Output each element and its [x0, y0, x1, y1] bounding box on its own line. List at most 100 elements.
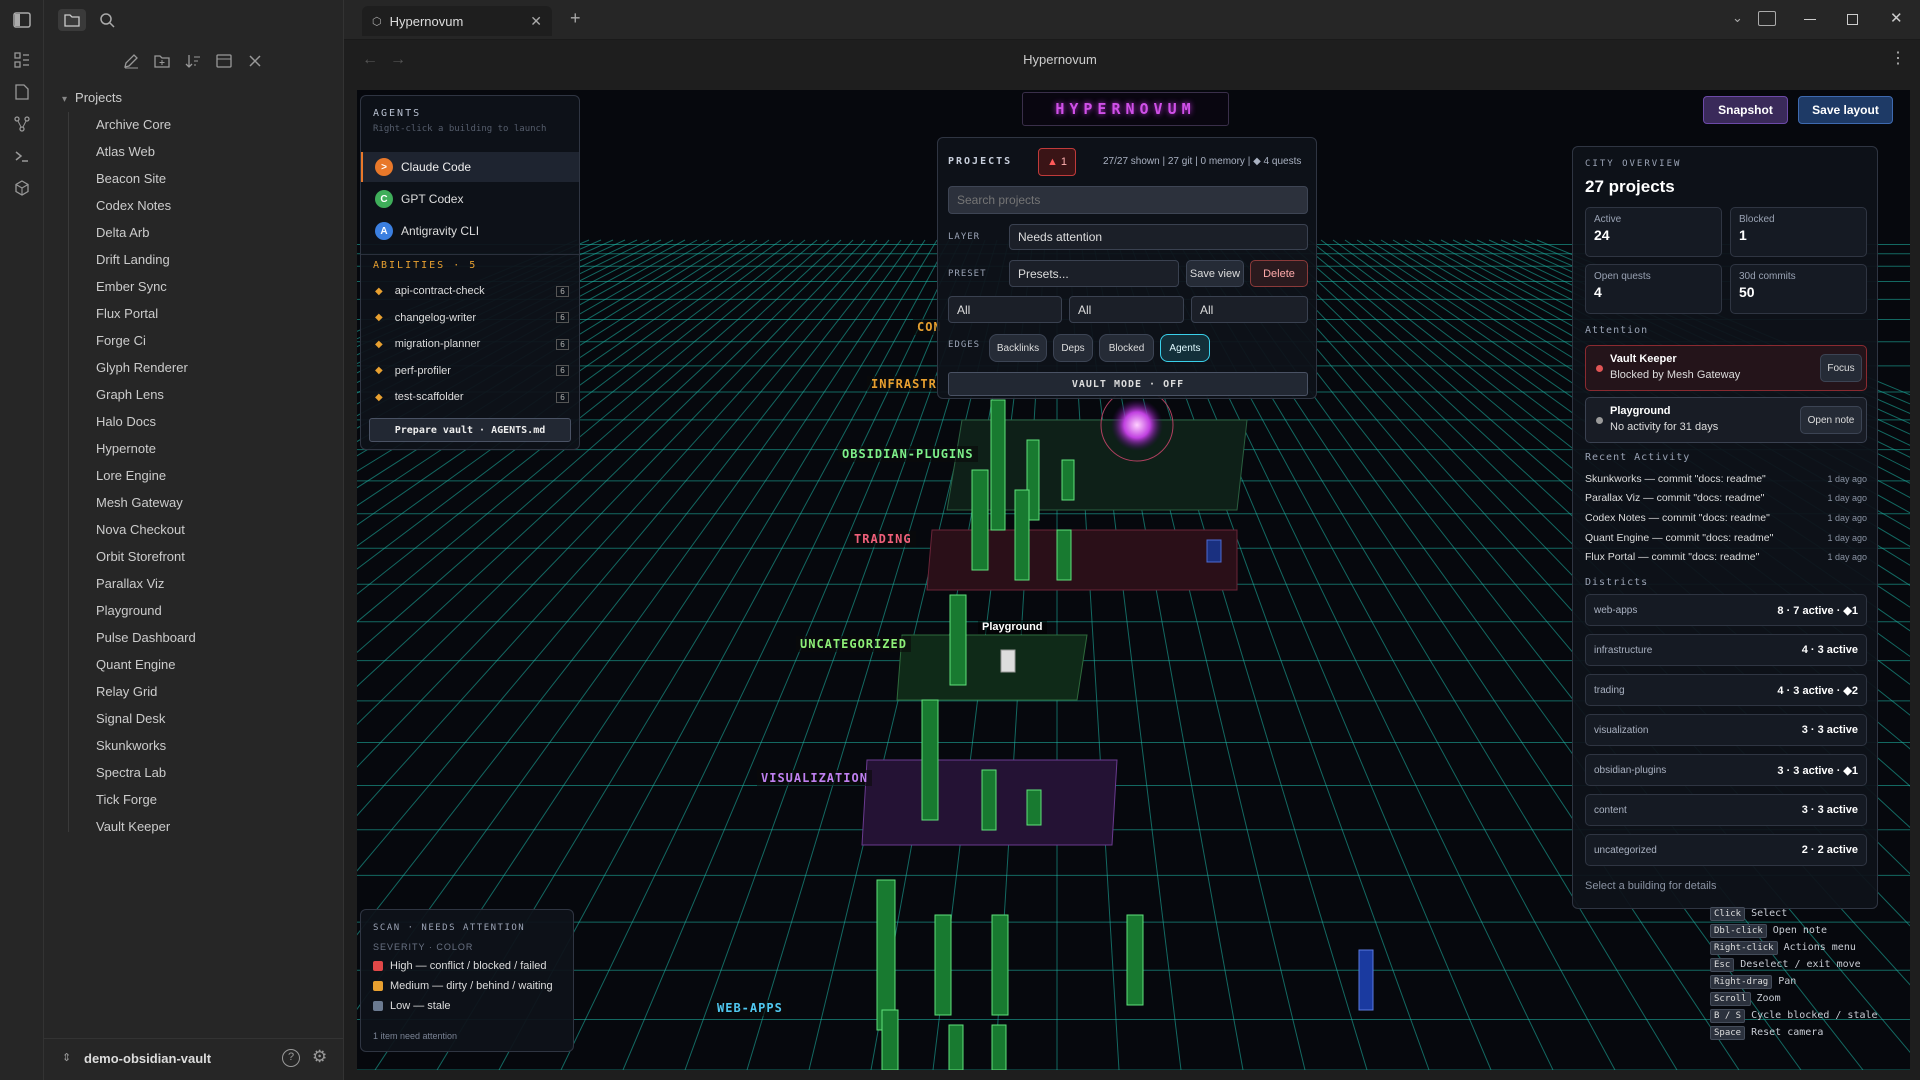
- agent-item-claude-code[interactable]: > Claude Code: [361, 152, 579, 182]
- close-all-icon[interactable]: [244, 50, 266, 72]
- collapse-icon[interactable]: [213, 50, 235, 72]
- edge-toggle-backlinks[interactable]: Backlinks: [989, 334, 1047, 362]
- save-layout-button[interactable]: Save layout: [1798, 96, 1893, 124]
- maximize-icon[interactable]: [1847, 14, 1858, 25]
- attention-item-vault-keeper[interactable]: Vault Keeper Blocked by Mesh Gateway Foc…: [1585, 345, 1867, 391]
- folder-icon[interactable]: [58, 9, 86, 31]
- tab-hypernovum[interactable]: ⬡ Hypernovum ✕: [362, 6, 552, 36]
- open-note-button[interactable]: Open note: [1800, 406, 1862, 434]
- filter-select-3[interactable]: All: [1191, 296, 1308, 323]
- focus-button[interactable]: Focus: [1820, 354, 1862, 382]
- list-item[interactable]: Vault Keeper: [96, 817, 196, 844]
- sort-icon[interactable]: [182, 50, 204, 72]
- list-item[interactable]: Drift Landing: [96, 250, 196, 277]
- new-note-icon[interactable]: [120, 50, 142, 72]
- terminal-icon[interactable]: [12, 146, 32, 166]
- prepare-vault-button[interactable]: Prepare vault · AGENTS.md: [369, 418, 571, 442]
- layer-select[interactable]: Needs attention: [1009, 224, 1308, 250]
- ability-item[interactable]: ◆ changelog-writer 6: [361, 305, 579, 332]
- list-item[interactable]: Graph Lens: [96, 385, 196, 412]
- new-folder-icon[interactable]: [151, 50, 173, 72]
- list-item[interactable]: Atlas Web: [96, 142, 196, 169]
- search-input[interactable]: [948, 186, 1308, 214]
- ability-item[interactable]: ◆ perf-profiler 6: [361, 358, 579, 385]
- list-item[interactable]: Codex Notes: [96, 196, 196, 223]
- graph-icon[interactable]: [12, 114, 32, 134]
- close-icon[interactable]: ✕: [530, 13, 542, 30]
- list-item[interactable]: Playground: [96, 601, 196, 628]
- vault-chevron-icon[interactable]: ⇕: [62, 1051, 71, 1064]
- list-item[interactable]: Ember Sync: [96, 277, 196, 304]
- agent-item-antigravity-cli[interactable]: A Antigravity CLI: [361, 216, 579, 246]
- new-tab-icon[interactable]: +: [570, 8, 581, 29]
- list-item[interactable]: Flux Portal: [96, 304, 196, 331]
- city-scene-canvas[interactable]: HYPERNOVUM Snapshot Save layout CON INFR…: [357, 90, 1910, 1070]
- edge-toggle-blocked[interactable]: Blocked: [1099, 334, 1154, 362]
- save-view-button[interactable]: Save view: [1186, 260, 1244, 287]
- minimize-icon[interactable]: [1804, 19, 1816, 20]
- list-item[interactable]: Mesh Gateway: [96, 493, 196, 520]
- layer-label: LAYER: [948, 232, 981, 242]
- list-item[interactable]: Pulse Dashboard: [96, 628, 196, 655]
- edge-toggle-agents[interactable]: Agents: [1160, 334, 1210, 362]
- list-item[interactable]: Spectra Lab: [96, 763, 196, 790]
- search-icon[interactable]: [96, 9, 118, 31]
- activity-item[interactable]: Quant Engine — commit "docs: readme" 1 da…: [1585, 528, 1867, 548]
- document-icon[interactable]: [12, 82, 32, 102]
- attention-item-playground[interactable]: Playground No activity for 31 days Open …: [1585, 397, 1867, 443]
- list-item[interactable]: Relay Grid: [96, 682, 196, 709]
- list-item[interactable]: Skunkworks: [96, 736, 196, 763]
- right-sidebar-toggle-icon[interactable]: [1758, 11, 1776, 26]
- filter-select-1[interactable]: All: [948, 296, 1062, 323]
- activity-item[interactable]: Codex Notes — commit "docs: readme" 1 day…: [1585, 508, 1867, 528]
- cube-icon[interactable]: [12, 178, 32, 198]
- playground-building: [1000, 649, 1016, 673]
- district-row-uncategorized[interactable]: uncategorized 2 · 2 active: [1585, 834, 1867, 866]
- list-item[interactable]: Quant Engine: [96, 655, 196, 682]
- district-row-trading[interactable]: trading 4 · 3 active · ◆2: [1585, 674, 1867, 706]
- list-item[interactable]: Lore Engine: [96, 466, 196, 493]
- district-row-web-apps[interactable]: web-apps 8 · 7 active · ◆1: [1585, 594, 1867, 626]
- district-row-obsidian-plugins[interactable]: obsidian-plugins 3 · 3 active · ◆1: [1585, 754, 1867, 786]
- list-item[interactable]: Delta Arb: [96, 223, 196, 250]
- snapshot-button[interactable]: Snapshot: [1703, 96, 1788, 124]
- attention-alert-button[interactable]: ▲ 1: [1038, 148, 1076, 176]
- agent-item-gpt-codex[interactable]: C GPT Codex: [361, 184, 579, 214]
- window-close-icon[interactable]: ✕: [1890, 9, 1903, 27]
- sidebar-toggle-icon[interactable]: [12, 10, 32, 30]
- list-item[interactable]: Hypernote: [96, 439, 196, 466]
- list-item[interactable]: Parallax Viz: [96, 574, 196, 601]
- settings-icon[interactable]: ⚙: [312, 1047, 327, 1067]
- help-icon[interactable]: ?: [282, 1049, 300, 1067]
- preset-select[interactable]: Presets...: [1009, 260, 1179, 287]
- tree-root-projects[interactable]: ▾ Projects: [62, 90, 122, 105]
- list-item[interactable]: Orbit Storefront: [96, 547, 196, 574]
- chevron-down-icon[interactable]: ⌄: [1732, 10, 1743, 26]
- district-row-content[interactable]: content 3 · 3 active: [1585, 794, 1867, 826]
- vault-name[interactable]: demo-obsidian-vault: [84, 1051, 211, 1066]
- ability-item[interactable]: ◆ migration-planner 6: [361, 331, 579, 358]
- ability-item[interactable]: ◆ test-scaffolder 6: [361, 384, 579, 411]
- list-item[interactable]: Nova Checkout: [96, 520, 196, 547]
- legend-item: High — conflict / blocked / failed: [373, 956, 553, 976]
- dashboard-icon[interactable]: [12, 50, 32, 70]
- list-item[interactable]: Tick Forge: [96, 790, 196, 817]
- activity-item[interactable]: Flux Portal — commit "docs: readme" 1 day…: [1585, 547, 1867, 567]
- list-item[interactable]: Archive Core: [96, 115, 196, 142]
- list-item[interactable]: Glyph Renderer: [96, 358, 196, 385]
- status-dot: [1596, 417, 1603, 424]
- ability-item[interactable]: ◆ api-contract-check 6: [361, 278, 579, 305]
- district-row-visualization[interactable]: visualization 3 · 3 active: [1585, 714, 1867, 746]
- list-item[interactable]: Beacon Site: [96, 169, 196, 196]
- vault-mode-toggle[interactable]: VAULT MODE · OFF: [948, 372, 1308, 396]
- more-options-icon[interactable]: ⋮: [1890, 48, 1906, 68]
- district-row-infrastructure[interactable]: infrastructure 4 · 3 active: [1585, 634, 1867, 666]
- activity-item[interactable]: Parallax Viz — commit "docs: readme" 1 da…: [1585, 489, 1867, 509]
- edge-toggle-deps[interactable]: Deps: [1053, 334, 1093, 362]
- delete-button[interactable]: Delete: [1250, 260, 1308, 287]
- list-item[interactable]: Signal Desk: [96, 709, 196, 736]
- list-item[interactable]: Halo Docs: [96, 412, 196, 439]
- filter-select-2[interactable]: All: [1069, 296, 1184, 323]
- activity-item[interactable]: Skunkworks — commit "docs: readme" 1 day …: [1585, 469, 1867, 489]
- list-item[interactable]: Forge Ci: [96, 331, 196, 358]
